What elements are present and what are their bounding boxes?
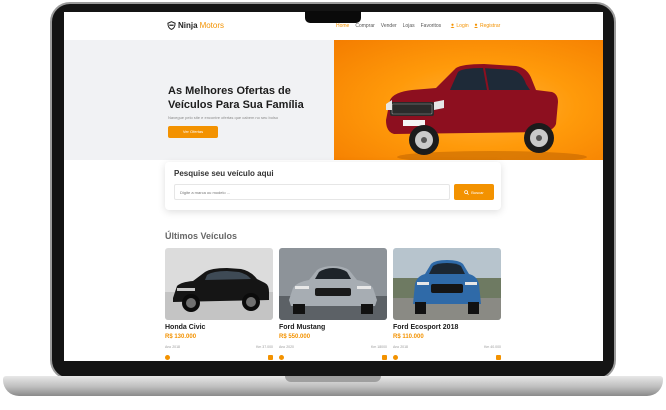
search-title: Pesquise seu veículo aqui bbox=[174, 169, 274, 178]
logo-text-motors: Motors bbox=[199, 21, 225, 30]
vehicle-year: Ano 2020 bbox=[279, 345, 294, 349]
auth-links: Login Registrar bbox=[450, 23, 500, 29]
latest-vehicles-title: Últimos Veículos bbox=[165, 231, 238, 241]
vehicle-name: Honda Civic bbox=[165, 324, 206, 331]
search-button-label: Buscar bbox=[471, 189, 484, 195]
search-icon bbox=[464, 189, 470, 195]
see-offers-button[interactable]: Ver Ofertas bbox=[168, 126, 218, 138]
camera-notch bbox=[305, 11, 361, 23]
favorite-icon[interactable] bbox=[268, 355, 273, 360]
vehicle-mileage: Km 40.000 bbox=[484, 345, 501, 349]
vehicle-photo-honda-civic bbox=[165, 248, 273, 320]
vehicle-year: Ano 2018 bbox=[393, 345, 408, 349]
vehicle-name: Ford Mustang bbox=[279, 324, 326, 331]
register-link[interactable]: Registrar bbox=[473, 23, 501, 29]
user-plus-icon bbox=[473, 23, 478, 29]
hero-subtitle: Navegue pelo site e encontre ofertas que… bbox=[168, 115, 279, 120]
vehicle-year: Ano 2018 bbox=[165, 345, 180, 349]
location-icon bbox=[393, 355, 398, 360]
menu-item-lojas[interactable]: Lojas bbox=[403, 23, 415, 29]
user-icon bbox=[450, 23, 455, 29]
vehicle-photo-ford-mustang bbox=[279, 248, 387, 320]
vehicle-price: R$ 550.000 bbox=[279, 334, 311, 340]
vehicle-card[interactable]: Ford Mustang R$ 550.000 Ano 2020 Km 1800… bbox=[279, 248, 387, 361]
vehicle-name: Ford Ecosport 2018 bbox=[393, 324, 459, 331]
ninja-mask-icon bbox=[167, 21, 176, 30]
favorite-icon[interactable] bbox=[496, 355, 501, 360]
location-icon bbox=[165, 355, 170, 360]
menu-item-vender[interactable]: Vender bbox=[381, 23, 397, 29]
site-logo[interactable]: Ninja Motors bbox=[167, 21, 224, 30]
search-button[interactable]: Buscar bbox=[454, 184, 494, 200]
logo-text-ninja: Ninja bbox=[178, 21, 198, 30]
vehicle-price: R$ 130.000 bbox=[165, 334, 197, 340]
vehicle-card[interactable]: Ford Ecosport 2018 R$ 110.000 Ano 2018 K… bbox=[393, 248, 501, 361]
vehicle-mileage: Km 18000 bbox=[371, 345, 387, 349]
menu-item-home[interactable]: Home bbox=[336, 23, 349, 29]
vehicle-card[interactable]: Honda Civic R$ 130.000 Ano 2018 Km 37.00… bbox=[165, 248, 273, 361]
hero-pickup-truck-image bbox=[386, 64, 587, 160]
main-menu: Home Comprar Vender Lojas Favoritos bbox=[336, 23, 441, 29]
hero-title-line1: As Melhores Ofertas de bbox=[168, 85, 291, 97]
register-label: Registrar bbox=[480, 23, 501, 29]
login-label: Login bbox=[456, 23, 469, 29]
menu-item-favoritos[interactable]: Favoritos bbox=[421, 23, 442, 29]
laptop-screen: Ninja Motors Home Comprar Vender Lojas F… bbox=[64, 12, 603, 361]
vehicle-price: R$ 110.000 bbox=[393, 334, 424, 340]
hero-image-panel bbox=[334, 40, 603, 160]
hero-title-line2: Veículos Para Sua Família bbox=[168, 99, 304, 111]
favorite-icon[interactable] bbox=[382, 355, 387, 360]
vehicle-photo-ford-ecosport bbox=[393, 248, 501, 320]
search-card: Pesquise seu veículo aqui Buscar bbox=[165, 162, 501, 210]
hero-title: As Melhores Ofertas de Veículos Para Sua… bbox=[168, 84, 338, 112]
search-input[interactable] bbox=[174, 184, 450, 200]
login-link[interactable]: Login bbox=[450, 23, 469, 29]
location-icon bbox=[279, 355, 284, 360]
vehicle-mileage: Km 37.000 bbox=[256, 345, 273, 349]
menu-item-comprar[interactable]: Comprar bbox=[355, 23, 374, 29]
laptop-base-notch bbox=[285, 376, 381, 382]
